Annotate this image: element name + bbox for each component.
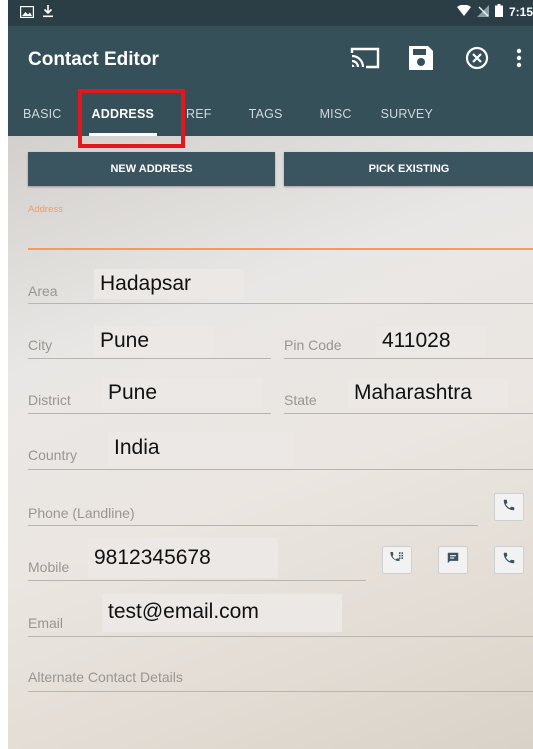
tab-ref[interactable]: REF [169,92,227,136]
dialpad-icon [389,551,405,570]
app-title: Contact Editor [28,49,159,70]
save-icon [408,45,434,76]
address-input[interactable] [28,248,533,250]
country-underline [28,469,533,470]
no-signal-icon [476,4,489,20]
state-underline [284,413,533,414]
more-vert-icon [516,48,522,73]
country-label: Country [28,447,78,463]
phone-icon [502,498,516,517]
pin-code-underline [284,358,533,359]
landline-call-button[interactable] [494,493,524,521]
save-button[interactable] [393,40,449,80]
image-notification-icon [19,5,35,23]
pin-code-label: Pin Code [284,337,342,353]
cast-button[interactable] [337,40,393,80]
email-label: Email [28,615,64,631]
mobile-underline [28,580,366,581]
area-label: Area [28,283,58,299]
tab-basic[interactable]: BASIC [8,92,77,136]
overflow-menu-button[interactable] [505,40,533,80]
district-input[interactable]: Pune [102,378,262,408]
pick-existing-button[interactable]: PICK EXISTING [284,152,533,186]
phone-icon [502,551,516,570]
mobile-label: Mobile [28,559,70,575]
email-underline [28,636,533,637]
address-form: NEW ADDRESS PICK EXISTING Address Area H… [8,136,533,749]
district-underline [28,413,271,414]
mobile-sms-button[interactable] [438,546,468,574]
wifi-icon [456,4,471,20]
download-notification-icon [42,4,54,23]
area-underline [28,303,533,304]
alternate-contact-label: Alternate Contact Details [28,669,183,685]
battery-icon [494,4,503,20]
pin-code-input[interactable]: 411028 [376,326,486,356]
city-underline [28,358,271,359]
state-label: State [284,392,317,408]
tab-misc[interactable]: MISC [298,92,367,136]
country-input[interactable]: India [108,432,293,468]
status-bar: 7:15 [8,0,533,26]
mobile-dialpad-button[interactable] [382,546,412,574]
phone-landline-label: Phone (Landline) [28,505,135,521]
tab-survey[interactable]: SURVEY [367,92,448,136]
tab-address[interactable]: ADDRESS [77,92,170,136]
city-input[interactable]: Pune [94,326,214,356]
city-label: City [28,337,53,353]
app-bar: Contact Editor [8,26,533,92]
device-screen: 7:15 Contact Editor BASIC ADDRESS REF TA… [8,0,533,749]
area-input[interactable]: Hadapsar [94,269,244,299]
new-address-button[interactable]: NEW ADDRESS [28,152,275,186]
phone-landline-underline [28,525,478,526]
address-field-label: Address [28,204,63,215]
alternate-contact-underline[interactable] [28,691,533,692]
mobile-call-button[interactable] [494,546,524,574]
status-time: 7:15 [508,5,533,19]
close-button[interactable] [449,40,505,80]
tab-bar: BASIC ADDRESS REF TAGS MISC SURVEY [8,92,533,136]
close-circle-icon [465,46,489,75]
district-label: District [28,392,71,408]
cast-icon [350,46,380,75]
mobile-input[interactable]: 9812345678 [88,538,278,578]
message-icon [446,551,460,570]
tab-tags[interactable]: TAGS [227,92,298,136]
state-input[interactable]: Maharashtra [348,378,508,408]
email-input[interactable]: test@email.com [102,594,342,632]
